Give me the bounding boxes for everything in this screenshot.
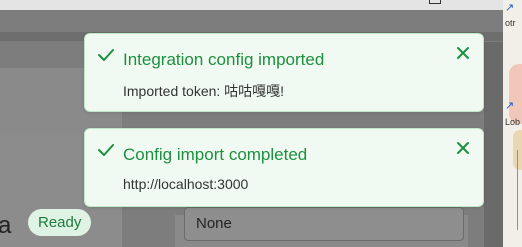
select-dropdown[interactable]: None [184,207,464,241]
checkmark-icon [98,144,114,156]
toast-title: Integration config imported [123,50,325,69]
shortcut-arrow-icon[interactable]: ↗ [505,99,517,112]
toast-notification: Integration config imported Imported tok… [84,33,484,112]
desktop-label-bottom[interactable]: Lob [505,117,520,127]
shortcut-arrow-icon[interactable]: ↗ [505,1,517,14]
toast-notification: Config import completed http://localhost… [84,128,484,207]
scrollbar[interactable] [484,42,503,247]
desktop-background: ↗ otr ↗ Lob [503,0,522,247]
toast-message: http://localhost:3000 [123,176,249,192]
desktop-wallpaper-line [517,150,518,230]
maximize-icon[interactable] [429,0,441,4]
desktop-label-top[interactable]: otr [505,18,516,28]
select-value: None [196,215,232,232]
window-titlebar [0,0,503,10]
card-title-fragment: a [0,212,12,239]
checkmark-icon [98,49,114,61]
close-icon[interactable] [455,45,471,61]
toast-message: Imported token: 咕咕嘎嘎! [123,83,285,99]
close-icon[interactable] [455,140,471,156]
desktop-wallpaper-figure [509,64,522,124]
toast-title: Config import completed [123,145,308,164]
status-badge: Ready [28,209,92,236]
